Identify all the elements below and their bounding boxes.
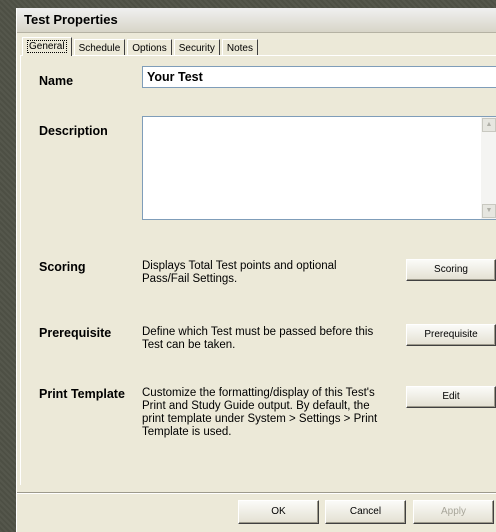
print-template-description: Customize the formatting/display of this… bbox=[142, 387, 378, 438]
edit-print-template-button[interactable]: Edit bbox=[406, 386, 496, 408]
general-tab-panel: Name Description ▲ ▼ Scoring Displays To… bbox=[20, 55, 496, 485]
scoring-button[interactable]: Scoring bbox=[406, 259, 496, 281]
footer-divider bbox=[17, 492, 496, 494]
scoring-description: Displays Total Test points and optional … bbox=[142, 260, 337, 285]
scoring-label: Scoring bbox=[39, 260, 86, 274]
tab-strip: General Schedule Options Security Notes bbox=[22, 37, 260, 56]
scroll-up-arrow-icon[interactable]: ▲ bbox=[482, 118, 496, 132]
name-field[interactable] bbox=[142, 66, 496, 88]
tab-security[interactable]: Security bbox=[173, 39, 220, 56]
window-title: Test Properties bbox=[17, 8, 496, 33]
test-properties-window: Test Properties General Schedule Options… bbox=[16, 8, 496, 532]
description-textarea[interactable]: ▲ ▼ bbox=[142, 116, 496, 220]
description-label: Description bbox=[39, 124, 108, 138]
prerequisite-button[interactable]: Prerequisite bbox=[406, 324, 496, 346]
name-label: Name bbox=[39, 74, 74, 88]
print-template-label: Print Template bbox=[39, 387, 125, 401]
prerequisite-label: Prerequisite bbox=[39, 326, 112, 340]
cancel-button[interactable]: Cancel bbox=[325, 500, 406, 524]
prerequisite-description: Define which Test must be passed before … bbox=[142, 326, 374, 351]
apply-button[interactable]: Apply bbox=[413, 500, 494, 524]
tab-general-label: General bbox=[27, 40, 67, 53]
tab-schedule[interactable]: Schedule bbox=[73, 39, 126, 56]
description-scrollbar[interactable]: ▲ ▼ bbox=[481, 117, 496, 219]
tab-general[interactable]: General bbox=[22, 37, 72, 56]
tab-notes[interactable]: Notes bbox=[221, 39, 258, 56]
ok-button[interactable]: OK bbox=[238, 500, 319, 524]
tab-options[interactable]: Options bbox=[127, 39, 172, 56]
scroll-down-arrow-icon[interactable]: ▼ bbox=[482, 204, 496, 218]
